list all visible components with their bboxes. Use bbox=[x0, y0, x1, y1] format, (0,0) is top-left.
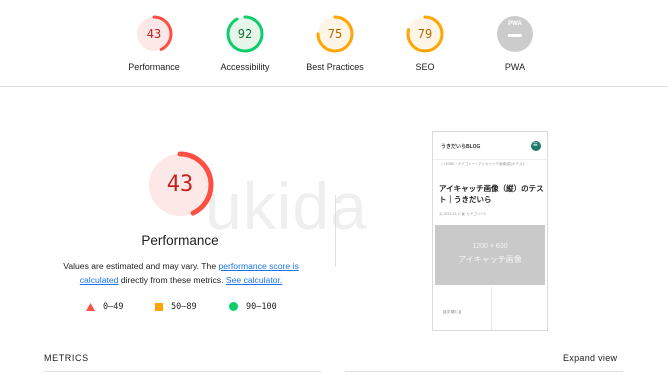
legend-pass: 90–100 bbox=[229, 302, 277, 312]
divider bbox=[335, 195, 336, 267]
gauge-score: 43 bbox=[146, 27, 162, 41]
legend-range: 50–89 bbox=[171, 302, 197, 312]
gauge-ring: 79 bbox=[405, 14, 445, 54]
gauge-ring: 43 bbox=[134, 14, 174, 54]
gauge-label: SEO bbox=[415, 62, 435, 72]
eyecatch-caption: アイキャッチ画像 bbox=[458, 255, 522, 264]
performance-score: 43 bbox=[166, 172, 194, 197]
eyecatch-image: 1200 × 630 アイキャッチ画像 bbox=[435, 225, 545, 285]
article-meta: ▣ 2023.03.17 ◧ カテゴリー2 bbox=[439, 212, 486, 216]
desc-text: directly from these metrics. bbox=[118, 275, 226, 285]
article-title: アイキャッチ画像（縦）のテスト｜うきだいら bbox=[439, 184, 544, 204]
performance-description: Values are estimated and may vary. The p… bbox=[52, 259, 310, 287]
legend-average: 50–89 bbox=[155, 302, 197, 312]
performance-title: Performance bbox=[141, 233, 219, 248]
divider bbox=[491, 287, 492, 330]
site-breadcrumb: ⌂ HOME › カテゴリー › アイキャッチ画像(縦)のテスト bbox=[441, 162, 526, 166]
legend-fail: 0–49 bbox=[86, 302, 123, 312]
legend-range: 0–49 bbox=[103, 302, 124, 312]
legend-range: 90–100 bbox=[246, 302, 277, 312]
gauge-label: Accessibility bbox=[220, 62, 270, 72]
score-gauge-best-practices[interactable]: 75 Best Practices bbox=[290, 14, 380, 72]
score-gauge-accessibility[interactable]: 92 Accessibility bbox=[200, 14, 290, 72]
pwa-badge-text: PWA bbox=[508, 21, 522, 27]
square-icon bbox=[155, 302, 163, 311]
score-gauge-seo[interactable]: 79 SEO bbox=[380, 14, 470, 72]
pwa-badge-icon: PWA bbox=[495, 14, 535, 54]
pwa-dash-icon bbox=[508, 34, 522, 37]
gauge-score: 75 bbox=[327, 27, 343, 41]
score-gauge-pwa[interactable]: PWA PWA bbox=[470, 14, 560, 72]
toc-bar: 目次 閉じる bbox=[443, 310, 462, 314]
expand-view-button[interactable]: Expand view bbox=[563, 353, 617, 363]
gauge-ring: 92 bbox=[225, 14, 265, 54]
see-calculator-link[interactable]: See calculator. bbox=[226, 275, 282, 285]
score-summary-bar: 43 Performance 92 Accessibility 75 Best … bbox=[0, 0, 668, 87]
metrics-heading: METRICS bbox=[44, 353, 89, 363]
score-gauge-performance[interactable]: 43 Performance bbox=[109, 14, 199, 72]
gauge-label: Performance bbox=[128, 62, 180, 72]
desc-text: Values are estimated and may vary. The bbox=[63, 261, 219, 271]
metrics-rule bbox=[44, 371, 321, 372]
eyecatch-size: 1200 × 630 bbox=[472, 243, 508, 250]
gauge-score: 79 bbox=[417, 27, 433, 41]
triangle-icon bbox=[86, 302, 95, 311]
site-header: うきだいらBLOG bbox=[433, 132, 547, 160]
metrics-rule bbox=[345, 371, 623, 372]
final-screenshot[interactable]: うきだいらBLOG ⌂ HOME › カテゴリー › アイキャッチ画像(縦)のテ… bbox=[432, 131, 548, 331]
site-logo: うきだいらBLOG bbox=[441, 144, 481, 150]
gauge-score: 92 bbox=[237, 27, 253, 41]
gauge-label: Best Practices bbox=[306, 62, 364, 72]
menu-icon bbox=[531, 140, 541, 151]
circle-icon bbox=[229, 302, 238, 311]
gauge-ring: 75 bbox=[315, 14, 355, 54]
gauge-label: PWA bbox=[504, 62, 526, 72]
performance-gauge: 43 bbox=[145, 150, 215, 220]
